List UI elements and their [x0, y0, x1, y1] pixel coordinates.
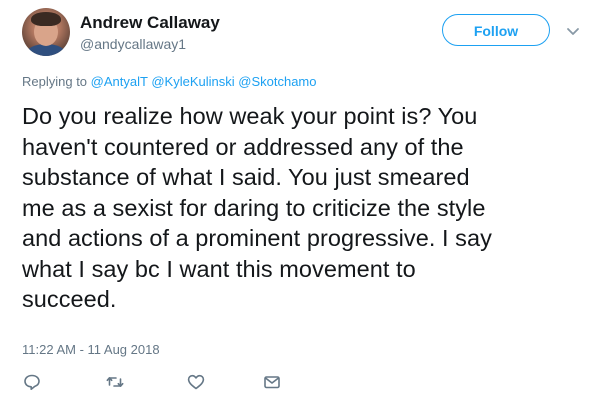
- tweet-card: Andrew Callaway @andycallaway1 Follow Re…: [0, 0, 594, 400]
- chevron-down-icon[interactable]: [566, 24, 580, 38]
- tweet-text-line: substance of what I said. You just smear…: [22, 164, 470, 190]
- mention-link[interactable]: @Skotchamo: [238, 74, 316, 89]
- author-handle[interactable]: @andycallaway1: [80, 36, 186, 52]
- avatar[interactable]: [22, 8, 70, 56]
- tweet-text-line: and actions of a prominent progressive. …: [22, 225, 492, 251]
- follow-button[interactable]: Follow: [442, 14, 550, 46]
- heart-icon[interactable]: [186, 372, 206, 392]
- tweet-text-line: what I say bc I want this movement to: [22, 255, 416, 282]
- replying-prefix: Replying to: [22, 74, 88, 89]
- tweet-text: Do you realize how weak your point is? Y…: [22, 101, 582, 315]
- envelope-icon[interactable]: [262, 372, 282, 392]
- author-name[interactable]: Andrew Callaway: [80, 13, 220, 33]
- reply-icon[interactable]: [22, 372, 42, 392]
- tweet-text-line: succeed.: [22, 286, 117, 312]
- mention-link[interactable]: @KyleKulinski: [151, 74, 234, 89]
- tweet-text-line: me as a sexist for daring to criticize t…: [22, 194, 486, 221]
- tweet-text-line: Do you realize how weak your point is? Y…: [22, 103, 478, 129]
- mention-link[interactable]: @AntyalT: [91, 74, 148, 89]
- timestamp[interactable]: 11:22 AM - 11 Aug 2018: [22, 342, 160, 357]
- replying-to: Replying to @AntyalT @KyleKulinski @Skot…: [22, 74, 316, 89]
- tweet-text-line: haven't countered or addressed any of th…: [22, 133, 464, 160]
- retweet-icon[interactable]: [105, 372, 125, 392]
